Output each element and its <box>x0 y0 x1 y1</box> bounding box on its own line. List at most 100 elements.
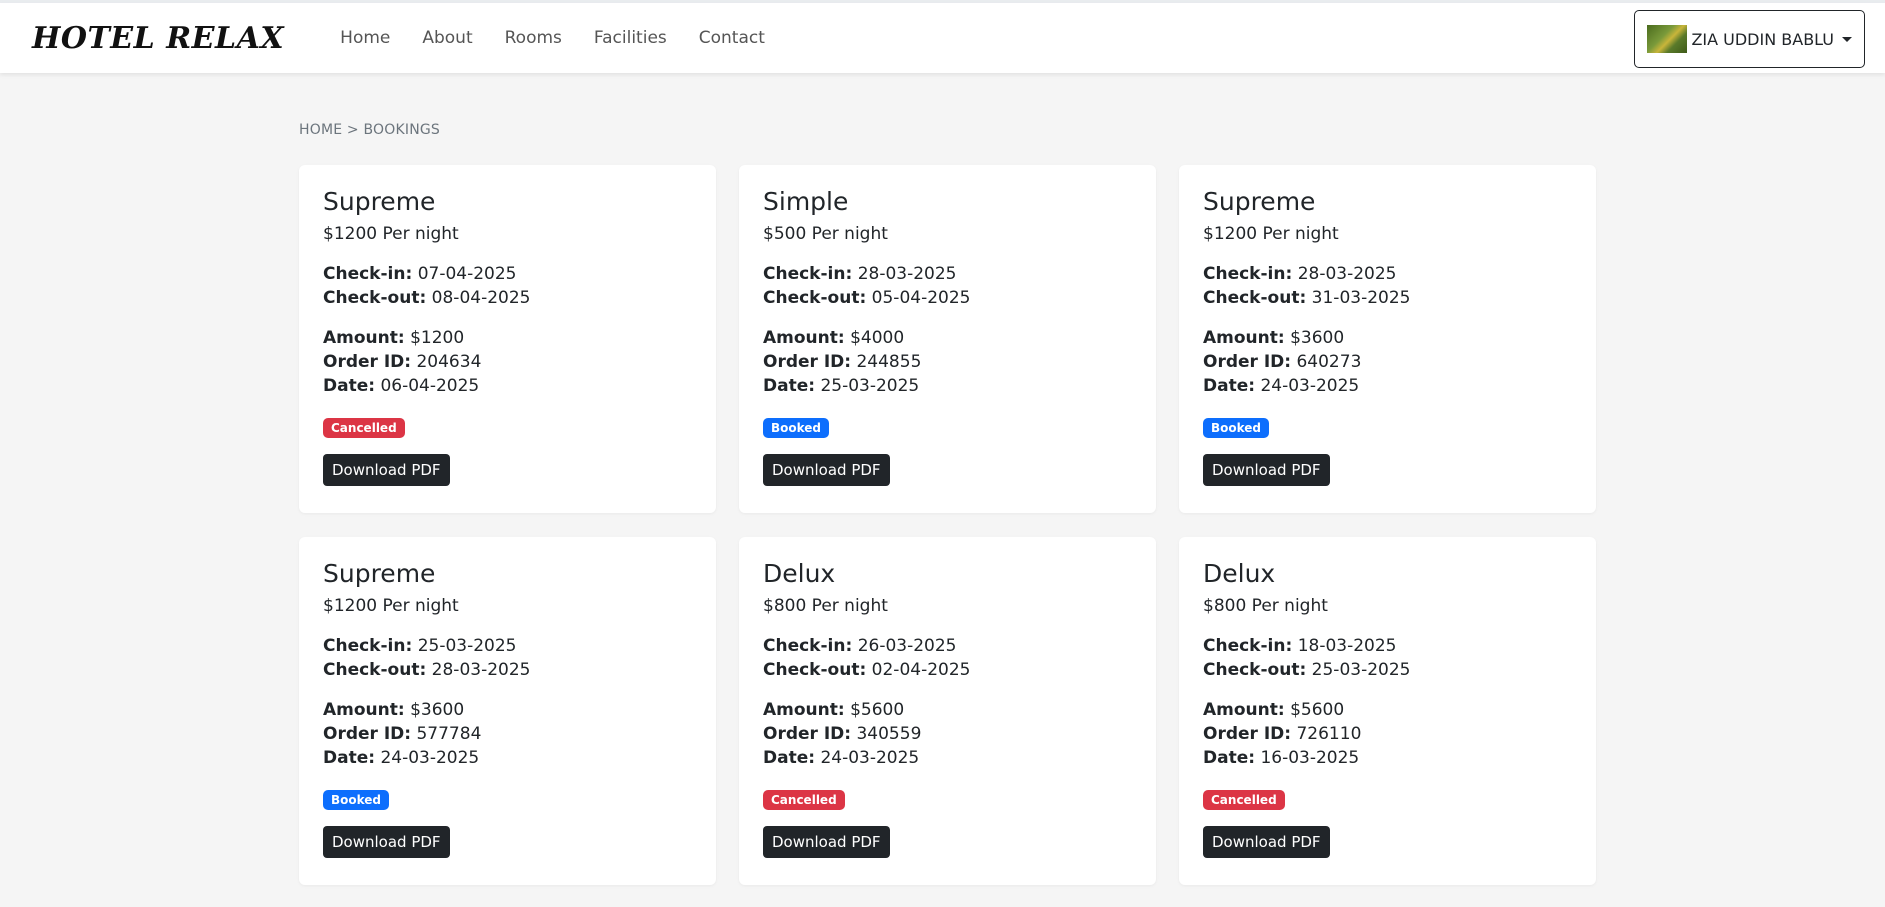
checkout-label: Check-out: <box>323 660 427 680</box>
room-price: $800 Per night <box>763 596 888 616</box>
date-label: Date: <box>763 376 816 396</box>
booking-card: Supreme $1200 Per night Check-in: 25-03-… <box>299 537 716 885</box>
download-pdf-button[interactable]: Download PDF <box>323 454 450 486</box>
room-name: Supreme <box>1203 187 1316 216</box>
room-name: Simple <box>763 187 849 216</box>
date-line: Date: 24-03-2025 <box>763 746 1132 770</box>
amount-label: Amount: <box>1203 328 1285 348</box>
status-badge: Booked <box>1203 418 1270 438</box>
amount-label: Amount: <box>323 700 405 720</box>
checkin-line: Check-in: 18-03-2025 <box>1203 634 1572 658</box>
order-id-value: 340559 <box>856 724 922 744</box>
checkin-label: Check-in: <box>323 264 413 284</box>
checkin-value: 25-03-2025 <box>417 636 517 656</box>
checkout-value: 28-03-2025 <box>431 660 531 680</box>
order-id-line: Order ID: 726110 <box>1203 722 1572 746</box>
date-line: Date: 24-03-2025 <box>323 746 692 770</box>
checkout-line: Check-out: 08-04-2025 <box>323 286 692 310</box>
checkin-label: Check-in: <box>323 636 413 656</box>
room-name: Supreme <box>323 187 436 216</box>
checkin-value: 28-03-2025 <box>857 264 957 284</box>
checkout-value: 31-03-2025 <box>1311 288 1411 308</box>
amount-label: Amount: <box>323 328 405 348</box>
order-id-line: Order ID: 640273 <box>1203 350 1572 374</box>
amount-line: Amount: $5600 <box>1203 698 1572 722</box>
status-badge: Booked <box>323 790 390 810</box>
download-pdf-button[interactable]: Download PDF <box>1203 826 1330 858</box>
date-label: Date: <box>1203 748 1256 768</box>
order-id-value: 204634 <box>416 352 482 372</box>
room-price: $1200 Per night <box>323 224 459 244</box>
checkin-label: Check-in: <box>763 264 853 284</box>
date-line: Date: 25-03-2025 <box>763 374 1132 398</box>
room-name: Supreme <box>323 559 436 588</box>
room-price: $500 Per night <box>763 224 888 244</box>
checkin-value: 18-03-2025 <box>1297 636 1397 656</box>
nav-link-facilities[interactable]: Facilities <box>578 28 683 48</box>
order-id-value: 577784 <box>416 724 482 744</box>
checkin-value: 07-04-2025 <box>417 264 517 284</box>
order-id-value: 726110 <box>1296 724 1362 744</box>
date-value: 16-03-2025 <box>1260 748 1360 768</box>
checkout-line: Check-out: 28-03-2025 <box>323 658 692 682</box>
breadcrumb: HOME > BOOKINGS <box>299 122 441 138</box>
date-value: 24-03-2025 <box>1260 376 1360 396</box>
room-name: Delux <box>763 559 836 588</box>
amount-label: Amount: <box>1203 700 1285 720</box>
date-label: Date: <box>763 748 816 768</box>
order-id-line: Order ID: 244855 <box>763 350 1132 374</box>
checkin-line: Check-in: 25-03-2025 <box>323 634 692 658</box>
nav-link-contact[interactable]: Contact <box>683 28 781 48</box>
date-line: Date: 06-04-2025 <box>323 374 692 398</box>
order-id-label: Order ID: <box>323 724 412 744</box>
order-id-label: Order ID: <box>763 724 852 744</box>
order-id-label: Order ID: <box>323 352 412 372</box>
checkin-line: Check-in: 07-04-2025 <box>323 262 692 286</box>
download-pdf-button[interactable]: Download PDF <box>1203 454 1330 486</box>
booking-card: Delux $800 Per night Check-in: 18-03-202… <box>1179 537 1596 885</box>
date-label: Date: <box>323 376 376 396</box>
nav-link-about[interactable]: About <box>406 28 488 48</box>
order-id-value: 640273 <box>1296 352 1362 372</box>
checkout-label: Check-out: <box>1203 288 1307 308</box>
status-badge: Booked <box>763 418 830 438</box>
checkout-value: 08-04-2025 <box>431 288 531 308</box>
amount-value: $4000 <box>850 328 905 348</box>
checkin-value: 28-03-2025 <box>1297 264 1397 284</box>
amount-line: Amount: $3600 <box>323 698 692 722</box>
checkout-label: Check-out: <box>1203 660 1307 680</box>
order-id-label: Order ID: <box>1203 352 1292 372</box>
date-value: 25-03-2025 <box>820 376 920 396</box>
nav-link-home[interactable]: Home <box>324 28 406 48</box>
nav-link-rooms[interactable]: Rooms <box>489 28 578 48</box>
checkout-value: 02-04-2025 <box>871 660 971 680</box>
amount-line: Amount: $3600 <box>1203 326 1572 350</box>
room-name: Delux <box>1203 559 1276 588</box>
user-dropdown-button[interactable]: ZIA UDDIN BABLU <box>1634 10 1865 68</box>
download-pdf-button[interactable]: Download PDF <box>763 454 890 486</box>
checkout-value: 25-03-2025 <box>1311 660 1411 680</box>
bookings-grid: Supreme $1200 Per night Check-in: 07-04-… <box>299 165 1596 885</box>
room-price: $800 Per night <box>1203 596 1328 616</box>
status-badge: Cancelled <box>323 418 405 438</box>
order-id-line: Order ID: 340559 <box>763 722 1132 746</box>
date-value: 24-03-2025 <box>380 748 480 768</box>
brand-logo[interactable]: HOTEL RELAX <box>32 21 284 56</box>
checkin-line: Check-in: 26-03-2025 <box>763 634 1132 658</box>
room-price: $1200 Per night <box>323 596 459 616</box>
checkout-line: Check-out: 02-04-2025 <box>763 658 1132 682</box>
booking-card: Supreme $1200 Per night Check-in: 07-04-… <box>299 165 716 513</box>
date-line: Date: 24-03-2025 <box>1203 374 1572 398</box>
room-price: $1200 Per night <box>1203 224 1339 244</box>
order-id-value: 244855 <box>856 352 922 372</box>
order-id-label: Order ID: <box>1203 724 1292 744</box>
date-label: Date: <box>323 748 376 768</box>
status-badge: Cancelled <box>1203 790 1285 810</box>
checkout-line: Check-out: 25-03-2025 <box>1203 658 1572 682</box>
amount-value: $1200 <box>410 328 465 348</box>
download-pdf-button[interactable]: Download PDF <box>763 826 890 858</box>
amount-label: Amount: <box>763 700 845 720</box>
download-pdf-button[interactable]: Download PDF <box>323 826 450 858</box>
amount-value: $5600 <box>1290 700 1345 720</box>
booking-card: Simple $500 Per night Check-in: 28-03-20… <box>739 165 1156 513</box>
